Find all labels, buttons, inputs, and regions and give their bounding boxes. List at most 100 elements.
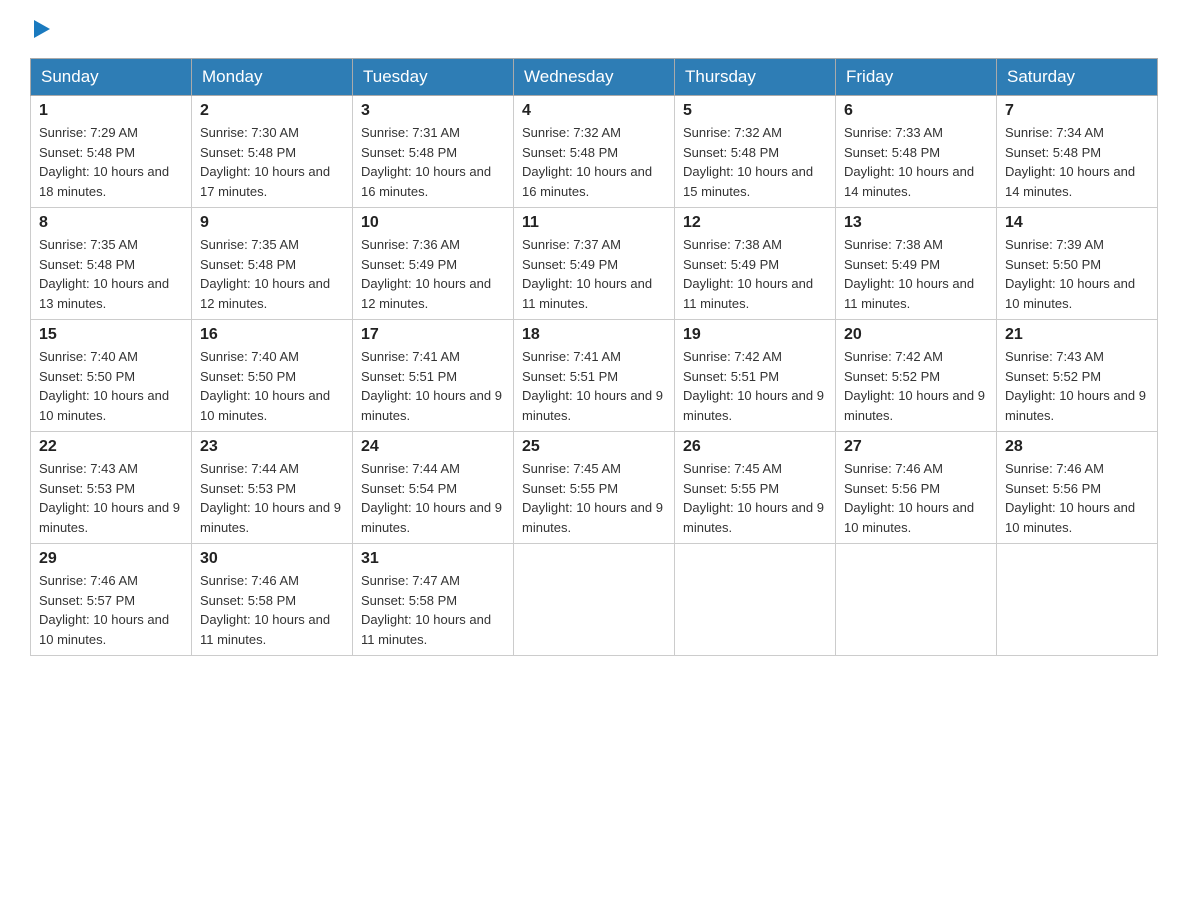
day-info: Sunrise: 7:30 AMSunset: 5:48 PMDaylight:… bbox=[200, 123, 344, 201]
calendar-week-1: 1 Sunrise: 7:29 AMSunset: 5:48 PMDaylight… bbox=[31, 96, 1158, 208]
calendar-cell bbox=[836, 544, 997, 656]
calendar-cell: 15 Sunrise: 7:40 AMSunset: 5:50 PMDayligh… bbox=[31, 320, 192, 432]
calendar-week-2: 8 Sunrise: 7:35 AMSunset: 5:48 PMDaylight… bbox=[31, 208, 1158, 320]
day-info: Sunrise: 7:42 AMSunset: 5:52 PMDaylight:… bbox=[844, 347, 988, 425]
calendar-cell: 23 Sunrise: 7:44 AMSunset: 5:53 PMDayligh… bbox=[192, 432, 353, 544]
calendar-cell: 2 Sunrise: 7:30 AMSunset: 5:48 PMDaylight… bbox=[192, 96, 353, 208]
calendar-cell bbox=[675, 544, 836, 656]
day-number: 30 bbox=[200, 550, 344, 568]
day-number: 14 bbox=[1005, 214, 1149, 232]
weekday-header-sunday: Sunday bbox=[31, 59, 192, 96]
day-number: 3 bbox=[361, 102, 505, 120]
calendar-cell: 29 Sunrise: 7:46 AMSunset: 5:57 PMDayligh… bbox=[31, 544, 192, 656]
day-number: 10 bbox=[361, 214, 505, 232]
day-number: 1 bbox=[39, 102, 183, 120]
day-info: Sunrise: 7:45 AMSunset: 5:55 PMDaylight:… bbox=[522, 459, 666, 537]
calendar-cell: 6 Sunrise: 7:33 AMSunset: 5:48 PMDaylight… bbox=[836, 96, 997, 208]
day-info: Sunrise: 7:29 AMSunset: 5:48 PMDaylight:… bbox=[39, 123, 183, 201]
calendar-week-4: 22 Sunrise: 7:43 AMSunset: 5:53 PMDayligh… bbox=[31, 432, 1158, 544]
day-number: 31 bbox=[361, 550, 505, 568]
day-info: Sunrise: 7:40 AMSunset: 5:50 PMDaylight:… bbox=[200, 347, 344, 425]
day-info: Sunrise: 7:46 AMSunset: 5:56 PMDaylight:… bbox=[844, 459, 988, 537]
calendar-cell: 4Sunrise: 7:32 AMSunset: 5:48 PMDaylight… bbox=[514, 96, 675, 208]
day-info: Sunrise: 7:41 AMSunset: 5:51 PMDaylight:… bbox=[361, 347, 505, 425]
calendar-cell: 17 Sunrise: 7:41 AMSunset: 5:51 PMDayligh… bbox=[353, 320, 514, 432]
calendar-cell: 25 Sunrise: 7:45 AMSunset: 5:55 PMDayligh… bbox=[514, 432, 675, 544]
day-number: 12 bbox=[683, 214, 827, 232]
calendar-cell: 24 Sunrise: 7:44 AMSunset: 5:54 PMDayligh… bbox=[353, 432, 514, 544]
day-number: 24 bbox=[361, 438, 505, 456]
day-info: Sunrise: 7:42 AMSunset: 5:51 PMDaylight:… bbox=[683, 347, 827, 425]
day-info: Sunrise: 7:31 AMSunset: 5:48 PMDaylight:… bbox=[361, 123, 505, 201]
day-number: 11 bbox=[522, 214, 666, 232]
weekday-header-monday: Monday bbox=[192, 59, 353, 96]
day-number: 28 bbox=[1005, 438, 1149, 456]
day-info: Sunrise: 7:35 AMSunset: 5:48 PMDaylight:… bbox=[39, 235, 183, 313]
day-number: 17 bbox=[361, 326, 505, 344]
day-number: 27 bbox=[844, 438, 988, 456]
calendar-cell: 18Sunrise: 7:41 AMSunset: 5:51 PMDayligh… bbox=[514, 320, 675, 432]
day-info: Sunrise: 7:43 AMSunset: 5:52 PMDaylight:… bbox=[1005, 347, 1149, 425]
day-info: Sunrise: 7:33 AMSunset: 5:48 PMDaylight:… bbox=[844, 123, 988, 201]
day-number: 6 bbox=[844, 102, 988, 120]
day-info: Sunrise: 7:44 AMSunset: 5:53 PMDaylight:… bbox=[200, 459, 344, 537]
day-info: Sunrise: 7:41 AMSunset: 5:51 PMDaylight:… bbox=[522, 347, 666, 425]
calendar-cell: 1 Sunrise: 7:29 AMSunset: 5:48 PMDaylight… bbox=[31, 96, 192, 208]
day-number: 19 bbox=[683, 326, 827, 344]
day-info: Sunrise: 7:36 AMSunset: 5:49 PMDaylight:… bbox=[361, 235, 505, 313]
day-number: 20 bbox=[844, 326, 988, 344]
calendar-cell: 11Sunrise: 7:37 AMSunset: 5:49 PMDayligh… bbox=[514, 208, 675, 320]
calendar-cell: 21Sunrise: 7:43 AMSunset: 5:52 PMDayligh… bbox=[997, 320, 1158, 432]
calendar-cell: 8 Sunrise: 7:35 AMSunset: 5:48 PMDaylight… bbox=[31, 208, 192, 320]
day-info: Sunrise: 7:46 AMSunset: 5:57 PMDaylight:… bbox=[39, 571, 183, 649]
day-info: Sunrise: 7:32 AMSunset: 5:48 PMDaylight:… bbox=[522, 123, 666, 201]
calendar-cell bbox=[997, 544, 1158, 656]
weekday-header-thursday: Thursday bbox=[675, 59, 836, 96]
day-number: 26 bbox=[683, 438, 827, 456]
day-info: Sunrise: 7:46 AMSunset: 5:58 PMDaylight:… bbox=[200, 571, 344, 649]
calendar-header-row: SundayMondayTuesdayWednesdayThursdayFrid… bbox=[31, 59, 1158, 96]
calendar-cell: 12 Sunrise: 7:38 AMSunset: 5:49 PMDayligh… bbox=[675, 208, 836, 320]
weekday-header-saturday: Saturday bbox=[997, 59, 1158, 96]
day-info: Sunrise: 7:43 AMSunset: 5:53 PMDaylight:… bbox=[39, 459, 183, 537]
calendar-table: SundayMondayTuesdayWednesdayThursdayFrid… bbox=[30, 58, 1158, 656]
calendar-cell: 5 Sunrise: 7:32 AMSunset: 5:48 PMDaylight… bbox=[675, 96, 836, 208]
day-number: 29 bbox=[39, 550, 183, 568]
day-number: 13 bbox=[844, 214, 988, 232]
day-number: 2 bbox=[200, 102, 344, 120]
calendar-cell: 22 Sunrise: 7:43 AMSunset: 5:53 PMDayligh… bbox=[31, 432, 192, 544]
page-header bbox=[30, 20, 1158, 38]
calendar-cell: 20 Sunrise: 7:42 AMSunset: 5:52 PMDayligh… bbox=[836, 320, 997, 432]
calendar-cell: 3 Sunrise: 7:31 AMSunset: 5:48 PMDaylight… bbox=[353, 96, 514, 208]
calendar-cell: 9 Sunrise: 7:35 AMSunset: 5:48 PMDaylight… bbox=[192, 208, 353, 320]
day-number: 16 bbox=[200, 326, 344, 344]
calendar-cell: 26Sunrise: 7:45 AMSunset: 5:55 PMDayligh… bbox=[675, 432, 836, 544]
day-info: Sunrise: 7:34 AMSunset: 5:48 PMDaylight:… bbox=[1005, 123, 1149, 201]
logo-arrow-icon bbox=[34, 20, 50, 38]
calendar-cell: 30 Sunrise: 7:46 AMSunset: 5:58 PMDayligh… bbox=[192, 544, 353, 656]
calendar-cell: 31Sunrise: 7:47 AMSunset: 5:58 PMDayligh… bbox=[353, 544, 514, 656]
day-info: Sunrise: 7:46 AMSunset: 5:56 PMDaylight:… bbox=[1005, 459, 1149, 537]
calendar-week-3: 15 Sunrise: 7:40 AMSunset: 5:50 PMDayligh… bbox=[31, 320, 1158, 432]
day-info: Sunrise: 7:40 AMSunset: 5:50 PMDaylight:… bbox=[39, 347, 183, 425]
day-info: Sunrise: 7:38 AMSunset: 5:49 PMDaylight:… bbox=[683, 235, 827, 313]
calendar-cell: 10 Sunrise: 7:36 AMSunset: 5:49 PMDayligh… bbox=[353, 208, 514, 320]
day-info: Sunrise: 7:32 AMSunset: 5:48 PMDaylight:… bbox=[683, 123, 827, 201]
day-number: 5 bbox=[683, 102, 827, 120]
weekday-header-wednesday: Wednesday bbox=[514, 59, 675, 96]
day-info: Sunrise: 7:38 AMSunset: 5:49 PMDaylight:… bbox=[844, 235, 988, 313]
day-info: Sunrise: 7:44 AMSunset: 5:54 PMDaylight:… bbox=[361, 459, 505, 537]
weekday-header-tuesday: Tuesday bbox=[353, 59, 514, 96]
day-number: 8 bbox=[39, 214, 183, 232]
day-number: 23 bbox=[200, 438, 344, 456]
day-number: 25 bbox=[522, 438, 666, 456]
day-number: 15 bbox=[39, 326, 183, 344]
logo bbox=[30, 20, 50, 38]
day-info: Sunrise: 7:35 AMSunset: 5:48 PMDaylight:… bbox=[200, 235, 344, 313]
day-number: 22 bbox=[39, 438, 183, 456]
calendar-cell: 19 Sunrise: 7:42 AMSunset: 5:51 PMDayligh… bbox=[675, 320, 836, 432]
day-number: 9 bbox=[200, 214, 344, 232]
calendar-cell bbox=[514, 544, 675, 656]
calendar-cell: 28 Sunrise: 7:46 AMSunset: 5:56 PMDayligh… bbox=[997, 432, 1158, 544]
calendar-cell: 16 Sunrise: 7:40 AMSunset: 5:50 PMDayligh… bbox=[192, 320, 353, 432]
